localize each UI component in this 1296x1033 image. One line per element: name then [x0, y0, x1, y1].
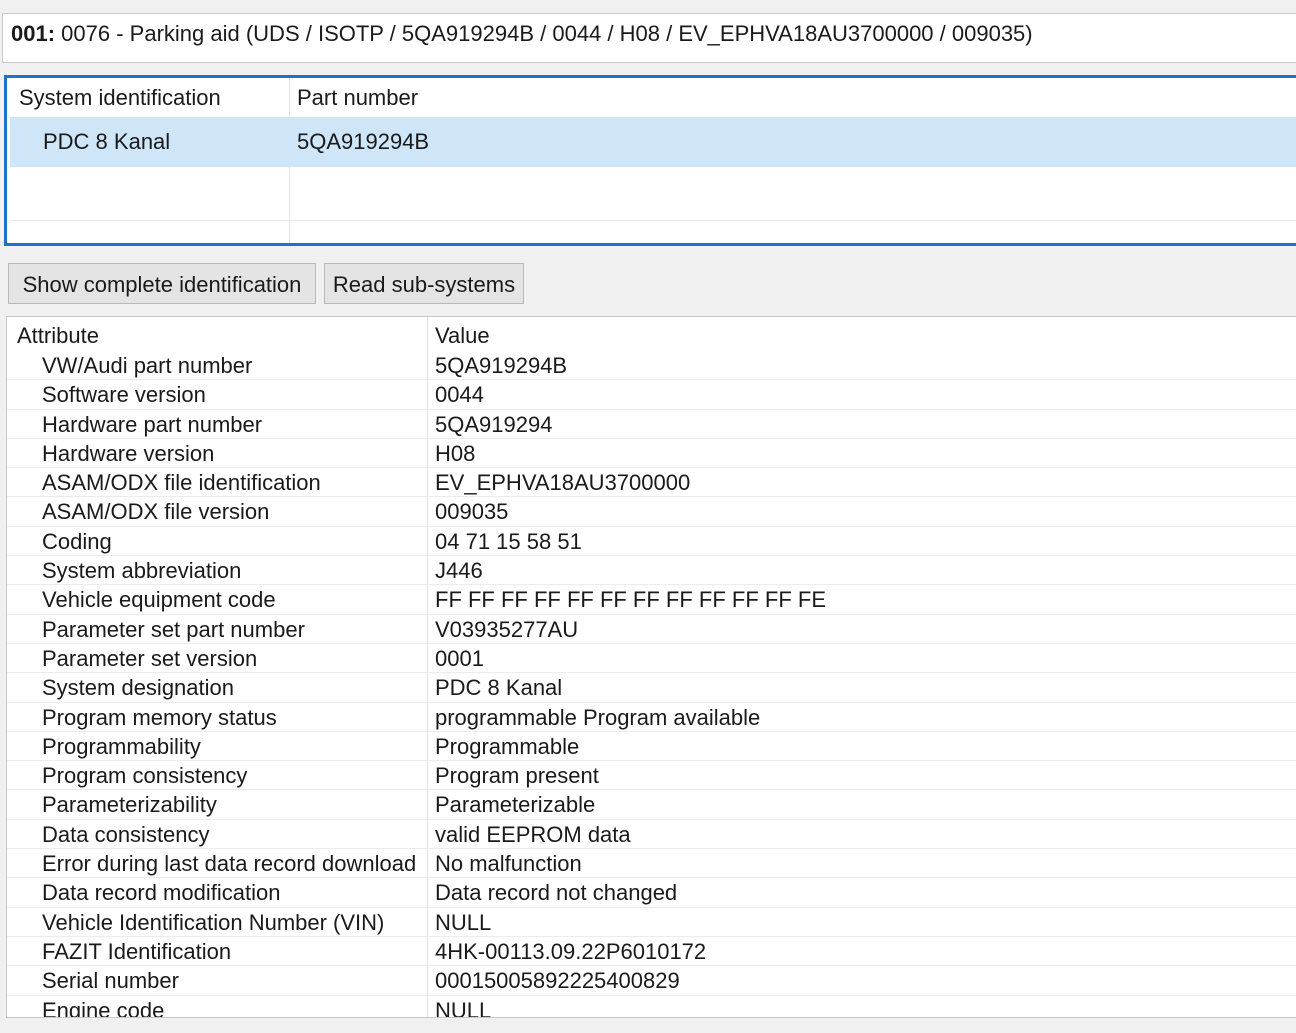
- system-part-number-cell: 5QA919294B: [297, 129, 430, 154]
- table-row[interactable]: Data consistency valid EEPROM data: [7, 820, 1296, 850]
- table-row[interactable]: Serial number 00015005892225400829: [7, 966, 1296, 996]
- attribute-name-cell: Parameterizability: [42, 792, 217, 818]
- table-row[interactable]: Vehicle Identification Number (VIN) NULL: [7, 908, 1296, 937]
- attribute-value-cell: NULL: [435, 997, 492, 1018]
- table-row[interactable]: ASAM/ODX file identification EV_EPHVA18AU…: [7, 468, 1296, 498]
- attribute-name-cell: Hardware part number: [42, 411, 263, 437]
- attribute-value-cell: Data record not changed: [435, 880, 678, 906]
- control-unit-title: 0076 - Parking aid (UDS / ISOTP / 5QA919…: [61, 21, 1033, 46]
- attribute-name-cell: Coding: [42, 528, 112, 554]
- table-row[interactable]: System designation PDC 8 Kanal: [7, 673, 1296, 703]
- show-complete-identification-button[interactable]: Show complete identification: [8, 263, 316, 304]
- attribute-name-cell: Hardware version: [42, 440, 215, 466]
- attribute-name-cell: Vehicle Identification Number (VIN): [42, 909, 385, 935]
- attribute-table[interactable]: Attribute Value VW/Audi part number 5QA91…: [6, 316, 1296, 1018]
- attribute-name-cell: Data consistency: [42, 821, 210, 847]
- table-row[interactable]: Hardware version H08: [7, 439, 1296, 469]
- attribute-value-cell: EV_EPHVA18AU3700000: [435, 470, 691, 496]
- table-row[interactable]: Engine code NULL: [7, 996, 1296, 1018]
- table-row[interactable]: Vehicle equipment code FF FF FF FF FF FF …: [7, 585, 1296, 615]
- attribute-value-cell: V03935277AU: [435, 616, 579, 642]
- attribute-value-cell: Program present: [435, 763, 599, 789]
- table-row[interactable]: Parameter set version 0001: [7, 644, 1296, 674]
- attribute-value-cell: valid EEPROM data: [435, 821, 631, 847]
- control-unit-address: 001:: [11, 21, 56, 46]
- table-row[interactable]: Parameterizability Parameterizable: [7, 790, 1296, 820]
- attribute-value-cell: programmable Program available: [435, 704, 761, 730]
- read-sub-systems-button[interactable]: Read sub-systems: [324, 263, 524, 304]
- attribute-value-cell: H08: [435, 440, 476, 466]
- attribute-value-cell: 0044: [435, 382, 484, 408]
- attribute-name-cell: ASAM/ODX file identification: [42, 470, 321, 496]
- system-table-header: System identification Part number: [10, 78, 1296, 116]
- column-header-attribute[interactable]: Attribute: [17, 317, 99, 355]
- attribute-value-cell: PDC 8 Kanal: [435, 675, 563, 701]
- attribute-value-cell: Programmable: [435, 733, 580, 759]
- attribute-value-cell: 4HK-00113.09.22P6010172: [435, 938, 707, 964]
- table-row[interactable]: ASAM/ODX file version 009035: [7, 497, 1296, 527]
- attribute-name-cell: Program consistency: [42, 763, 248, 789]
- control-unit-header: 001: 0076 - Parking aid (UDS / ISOTP / 5…: [2, 13, 1296, 63]
- attribute-value-cell: No malfunction: [435, 851, 582, 877]
- table-row[interactable]: VW/Audi part number 5QA919294B: [7, 351, 1296, 381]
- attribute-value-cell: FF FF FF FF FF FF FF FF FF FF FF FE: [435, 587, 826, 613]
- attribute-value-cell: 5QA919294: [435, 411, 553, 437]
- column-header-system-identification[interactable]: System identification: [19, 78, 221, 118]
- attribute-name-cell: ASAM/ODX file version: [42, 499, 270, 525]
- table-row[interactable]: Error during last data record download No…: [7, 849, 1296, 879]
- attribute-name-cell: System designation: [42, 675, 234, 701]
- attribute-value-cell: J446: [435, 558, 483, 584]
- table-row[interactable]: Hardware part number 5QA919294: [7, 410, 1296, 439]
- attribute-name-cell: Vehicle equipment code: [42, 587, 276, 613]
- attribute-name-cell: Serial number: [42, 968, 179, 994]
- attribute-name-cell: Data record modification: [42, 880, 281, 906]
- attribute-value-cell: 0001: [435, 645, 484, 671]
- attribute-value-cell: 5QA919294B: [435, 353, 568, 378]
- attribute-value-cell: NULL: [435, 909, 492, 935]
- attribute-name-cell: Programmability: [42, 733, 201, 759]
- attribute-name-cell: Error during last data record download: [42, 851, 417, 877]
- table-row[interactable]: Programmability Programmable: [7, 732, 1296, 762]
- system-row-selected[interactable]: PDC 8 Kanal 5QA919294B: [10, 117, 1296, 167]
- column-header-value[interactable]: Value: [435, 317, 490, 355]
- column-header-part-number[interactable]: Part number: [297, 78, 418, 118]
- system-identification-table[interactable]: System identification Part number PDC 8 …: [4, 75, 1296, 246]
- attribute-rows: VW/Audi part number 5QA919294B Software ve…: [7, 351, 1296, 1018]
- table-row[interactable]: Program memory status programmable Progra…: [7, 703, 1296, 732]
- table-row[interactable]: System abbreviation J446: [7, 556, 1296, 586]
- attribute-value-cell: 009035: [435, 499, 509, 525]
- table-row[interactable]: FAZIT Identification 4HK-00113.09.22P6010…: [7, 937, 1296, 967]
- table-row[interactable]: Data record modification Data record not …: [7, 878, 1296, 908]
- attribute-value-cell: 04 71 15 58 51: [435, 528, 582, 554]
- attribute-name-cell: System abbreviation: [42, 558, 242, 584]
- attribute-table-header: Attribute Value: [7, 317, 1296, 351]
- system-name-cell: PDC 8 Kanal: [43, 129, 171, 154]
- attribute-value-cell: Parameterizable: [435, 792, 596, 818]
- attribute-name-cell: Parameter set version: [42, 645, 258, 671]
- table-row[interactable]: Parameter set part number V03935277AU: [7, 615, 1296, 644]
- attribute-name-cell: Software version: [42, 382, 206, 408]
- attribute-name-cell: FAZIT Identification: [42, 938, 232, 964]
- table-row[interactable]: Coding 04 71 15 58 51: [7, 527, 1296, 557]
- table-row[interactable]: Program consistency Program present: [7, 761, 1296, 791]
- attribute-name-cell: VW/Audi part number: [42, 353, 253, 378]
- attribute-name-cell: Parameter set part number: [42, 616, 305, 642]
- system-row-empty: [10, 170, 1296, 221]
- attribute-name-cell: Program memory status: [42, 704, 277, 730]
- attribute-name-cell: Engine code: [42, 997, 165, 1018]
- attribute-value-cell: 00015005892225400829: [435, 968, 680, 994]
- table-row[interactable]: Software version 0044: [7, 380, 1296, 410]
